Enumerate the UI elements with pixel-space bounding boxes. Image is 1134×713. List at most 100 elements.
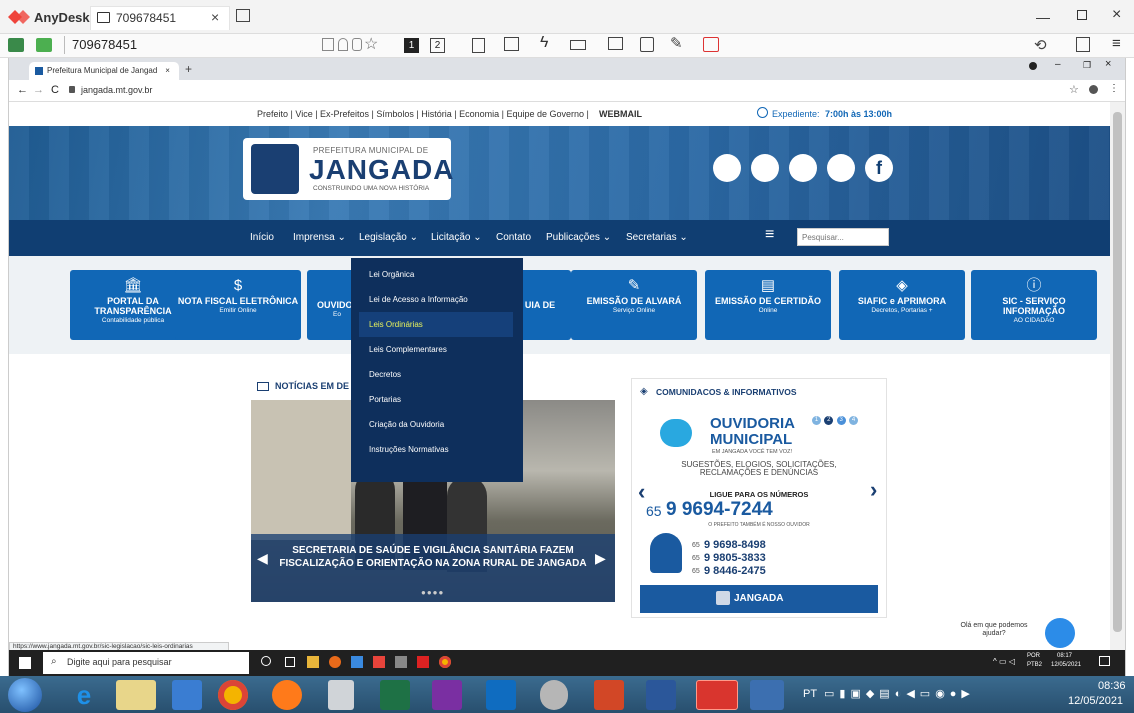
nav-contato[interactable]: Contato [496, 232, 531, 243]
menu-icon[interactable]: ≡ [1112, 35, 1121, 52]
local-time[interactable]: 08:36 [1098, 680, 1126, 692]
star-icon[interactable]: ☆ [364, 34, 378, 54]
reload-icon[interactable]: C [51, 84, 59, 96]
menu-lei-organica[interactable]: Lei Orgânica [351, 262, 523, 287]
nav-inicio[interactable]: Início [250, 232, 274, 243]
app-icon[interactable] [395, 656, 407, 668]
menu-leis-complementares[interactable]: Leis Complementares [351, 337, 523, 362]
excel-icon[interactable] [380, 680, 410, 710]
history-icon[interactable]: ⟲ [1034, 36, 1047, 54]
url-field[interactable]: jangada.mt.gov.br [81, 85, 152, 95]
windows-start-icon[interactable] [19, 657, 31, 669]
keyboard-icon[interactable] [570, 40, 586, 50]
onenote-icon[interactable] [432, 680, 462, 710]
taskbar-search[interactable]: ⌕ Digite aqui para pesquisar [43, 652, 249, 674]
slide-dot[interactable]: 2 [824, 416, 834, 425]
chat-widget[interactable]: Olá em que podemos ajudar? [949, 618, 1075, 648]
media-player-icon[interactable] [172, 680, 202, 710]
nav-publicacoes[interactable]: Publicações ⌄ [546, 232, 611, 243]
slide-dot[interactable]: 4 [849, 416, 859, 425]
top-links[interactable]: Prefeito | Vice | Ex-Prefeitos | Símbolo… [257, 109, 589, 119]
permissions-icon[interactable] [640, 37, 654, 52]
remote-date[interactable]: 12/05/2021 [1051, 662, 1081, 668]
chat-icon[interactable] [504, 37, 519, 51]
close-tab-icon[interactable]: × [211, 9, 219, 25]
browser-tab[interactable]: Prefeitura Municipal de Jangad × [29, 62, 179, 80]
minimize-icon[interactable]: – [1055, 59, 1061, 70]
new-tab-icon[interactable] [236, 9, 250, 22]
chrome-icon[interactable] [218, 680, 248, 710]
nav-secretarias[interactable]: Secretarias ⌄ [626, 232, 688, 243]
word-icon[interactable] [646, 680, 676, 710]
menu-criacao-ouvidoria[interactable]: Criação da Ouvidoria [351, 412, 523, 437]
close-window-icon[interactable]: × [1112, 6, 1121, 24]
card-sic[interactable]: ⓘ SIC - SERVIÇO INFORMAÇÃO AO CIDADÃO [971, 270, 1097, 340]
anydesk-icon[interactable] [696, 680, 738, 710]
windows-start-icon[interactable] [8, 678, 42, 712]
news-caption[interactable]: SECRETARIA DE SAÚDE E VIGILÂNCIA SANITÁR… [271, 544, 595, 570]
anydesk-icon[interactable] [373, 656, 385, 668]
messenger-icon[interactable] [1045, 618, 1075, 648]
minimize-icon[interactable]: — [1036, 9, 1050, 25]
calculator-icon[interactable] [328, 680, 354, 710]
nav-imprensa[interactable]: Imprensa ⌄ [293, 232, 346, 243]
switch-sides-icon[interactable] [472, 38, 485, 53]
page-scrollbar[interactable] [1110, 102, 1125, 650]
slide-dot[interactable]: 1 [812, 416, 821, 425]
portal-icon[interactable] [713, 154, 741, 182]
monitor-1-button[interactable]: 1 [404, 38, 419, 53]
scrollbar-thumb[interactable] [1113, 112, 1122, 632]
hourglass-icon[interactable] [338, 38, 348, 51]
site-logo[interactable]: PREFEITURA MUNICIPAL DE JANGADA CONSTRUI… [243, 138, 453, 200]
card-certidao[interactable]: ▤ EMISSÃO DE CERTIDÃO Online [705, 270, 831, 340]
download-icon[interactable] [1076, 37, 1090, 52]
outlook-icon[interactable] [486, 680, 516, 710]
tray-icons[interactable]: ▭▮▣◆▤◐◀▭◉●▶ [824, 687, 975, 700]
lang-1[interactable]: POR [1027, 653, 1040, 659]
card-alvara[interactable]: ✎ EMISSÃO DE ALVARÁ Serviço Online [571, 270, 697, 340]
snipping-tool-icon[interactable] [540, 680, 568, 710]
cortana-icon[interactable] [261, 656, 271, 666]
internet-explorer-icon[interactable]: e [64, 680, 104, 710]
display-icon[interactable] [608, 37, 623, 50]
file-explorer-icon[interactable] [307, 656, 319, 668]
menu-lei-acesso[interactable]: Lei de Acesso a Informação [351, 287, 523, 312]
draw-icon[interactable]: ✎ [670, 34, 683, 52]
bookmark-star-icon[interactable]: ☆ [1069, 83, 1079, 96]
firefox-icon[interactable] [329, 656, 341, 668]
chrome-icon[interactable] [439, 656, 451, 668]
messenger-icon[interactable] [751, 154, 779, 182]
card-nota-fiscal[interactable]: $ NOTA FISCAL ELETRÔNICA Emitir Online [175, 270, 301, 340]
file-explorer-icon[interactable] [116, 680, 156, 710]
local-date[interactable]: 12/05/2021 [1068, 695, 1123, 707]
menu-portarias[interactable]: Portarias [351, 387, 523, 412]
lang-2[interactable]: PTB2 [1027, 662, 1042, 668]
webmail-link[interactable]: WEBMAIL [599, 109, 642, 119]
restore-icon[interactable]: ❐ [1083, 60, 1091, 71]
firefox-icon[interactable] [272, 680, 302, 710]
instagram-icon[interactable] [789, 154, 817, 182]
nav-legislacao[interactable]: Legislação ⌄ [359, 232, 418, 243]
profile-dot-icon[interactable] [1029, 62, 1037, 70]
hamburger-icon[interactable]: ≡ [765, 226, 774, 244]
actions-icon[interactable]: ϟ [540, 34, 548, 52]
menu-decretos[interactable]: Decretos [351, 362, 523, 387]
app-icon[interactable] [351, 656, 363, 668]
nav-licitacao[interactable]: Licitação ⌄ [431, 232, 482, 243]
carousel-prev-icon[interactable]: ◀ [257, 550, 268, 567]
menu-instrucoes-normativas[interactable]: Instruções Normativas [351, 437, 523, 462]
remote-time[interactable]: 08:17 [1057, 653, 1072, 659]
new-tab-icon[interactable]: + [185, 62, 192, 76]
security-shield-icon[interactable] [750, 680, 784, 710]
slide-dot[interactable]: 3 [836, 416, 846, 425]
notification-icon[interactable] [1099, 656, 1110, 666]
powerpoint-icon[interactable] [594, 680, 624, 710]
menu-leis-ordinarias[interactable]: Leis Ordinárias [359, 312, 513, 337]
language-indicator[interactable]: PT [803, 688, 817, 700]
monitor-2-button[interactable]: 2 [430, 38, 445, 53]
carousel-next-icon[interactable]: ▶ [595, 550, 606, 567]
anydesk-session-tab[interactable]: 709678451 × [90, 6, 230, 30]
more-icon[interactable]: ⋮ [1109, 83, 1119, 94]
task-view-icon[interactable] [285, 657, 295, 667]
tray-icons[interactable]: ^ ▭ ◁ [993, 657, 1015, 666]
